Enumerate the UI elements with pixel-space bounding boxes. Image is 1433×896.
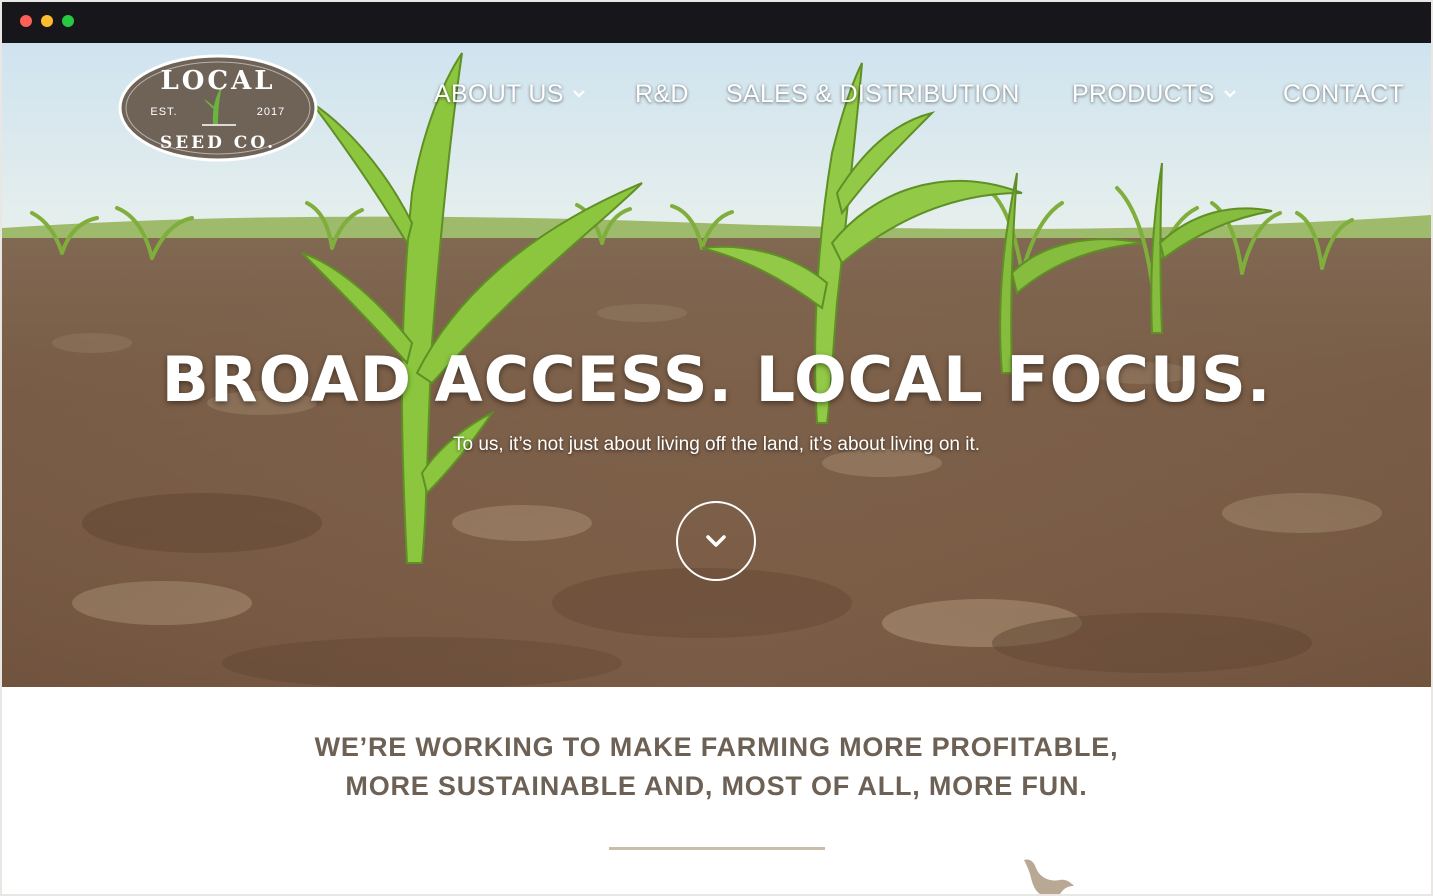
nav-item-contact[interactable]: CONTACT — [1283, 76, 1404, 112]
chevron-down-icon — [706, 535, 726, 547]
hero-subtitle: To us, it’s not just about living off th… — [452, 434, 981, 455]
nav-item-sales-distribution[interactable]: SALES & DISTRIBUTION — [726, 76, 1020, 112]
nav-item-label: CONTACT — [1283, 79, 1405, 108]
maximize-window-button[interactable] — [62, 15, 74, 27]
minimize-window-button[interactable] — [41, 15, 53, 27]
section-divider — [609, 847, 825, 850]
mission-line-2: MORE SUSTAINABLE AND, MOST OF ALL, MORE … — [345, 771, 1088, 801]
mission-statement: WE’RE WORKING TO MAKE FARMING MORE PROFI… — [2, 728, 1431, 806]
mission-line-1: WE’RE WORKING TO MAKE FARMING MORE PROFI… — [314, 732, 1119, 762]
nav-item-r-and-d[interactable]: R&D — [635, 76, 689, 112]
nav-item-products[interactable]: PRODUCTS — [1072, 76, 1237, 112]
chevron-down-icon — [572, 90, 585, 98]
logo-bottom-text: SEED CO. — [160, 133, 276, 153]
scroll-down-button[interactable] — [676, 501, 756, 581]
nav-item-label: R&D — [635, 79, 689, 108]
nav-item-about-us[interactable]: ABOUT US — [434, 76, 586, 112]
nav-item-label: PRODUCTS — [1072, 79, 1215, 108]
nav-item-label: ABOUT US — [434, 79, 564, 108]
bird-icon — [1024, 859, 1074, 894]
main-navigation: ABOUT US R&D SALES & DISTRIBUTION PRODUC… — [2, 76, 1431, 112]
chevron-down-icon — [1223, 90, 1236, 98]
browser-window: LOCAL EST. 2017 SEED CO. ABOUT US R&D SA… — [2, 2, 1431, 894]
close-window-button[interactable] — [20, 15, 32, 27]
nav-item-label: SALES & DISTRIBUTION — [726, 79, 1020, 108]
hero-title: BROAD ACCESS. LOCAL FOCUS. — [161, 343, 1272, 416]
window-titlebar — [2, 2, 1431, 43]
hero-section: LOCAL EST. 2017 SEED CO. ABOUT US R&D SA… — [2, 43, 1431, 687]
